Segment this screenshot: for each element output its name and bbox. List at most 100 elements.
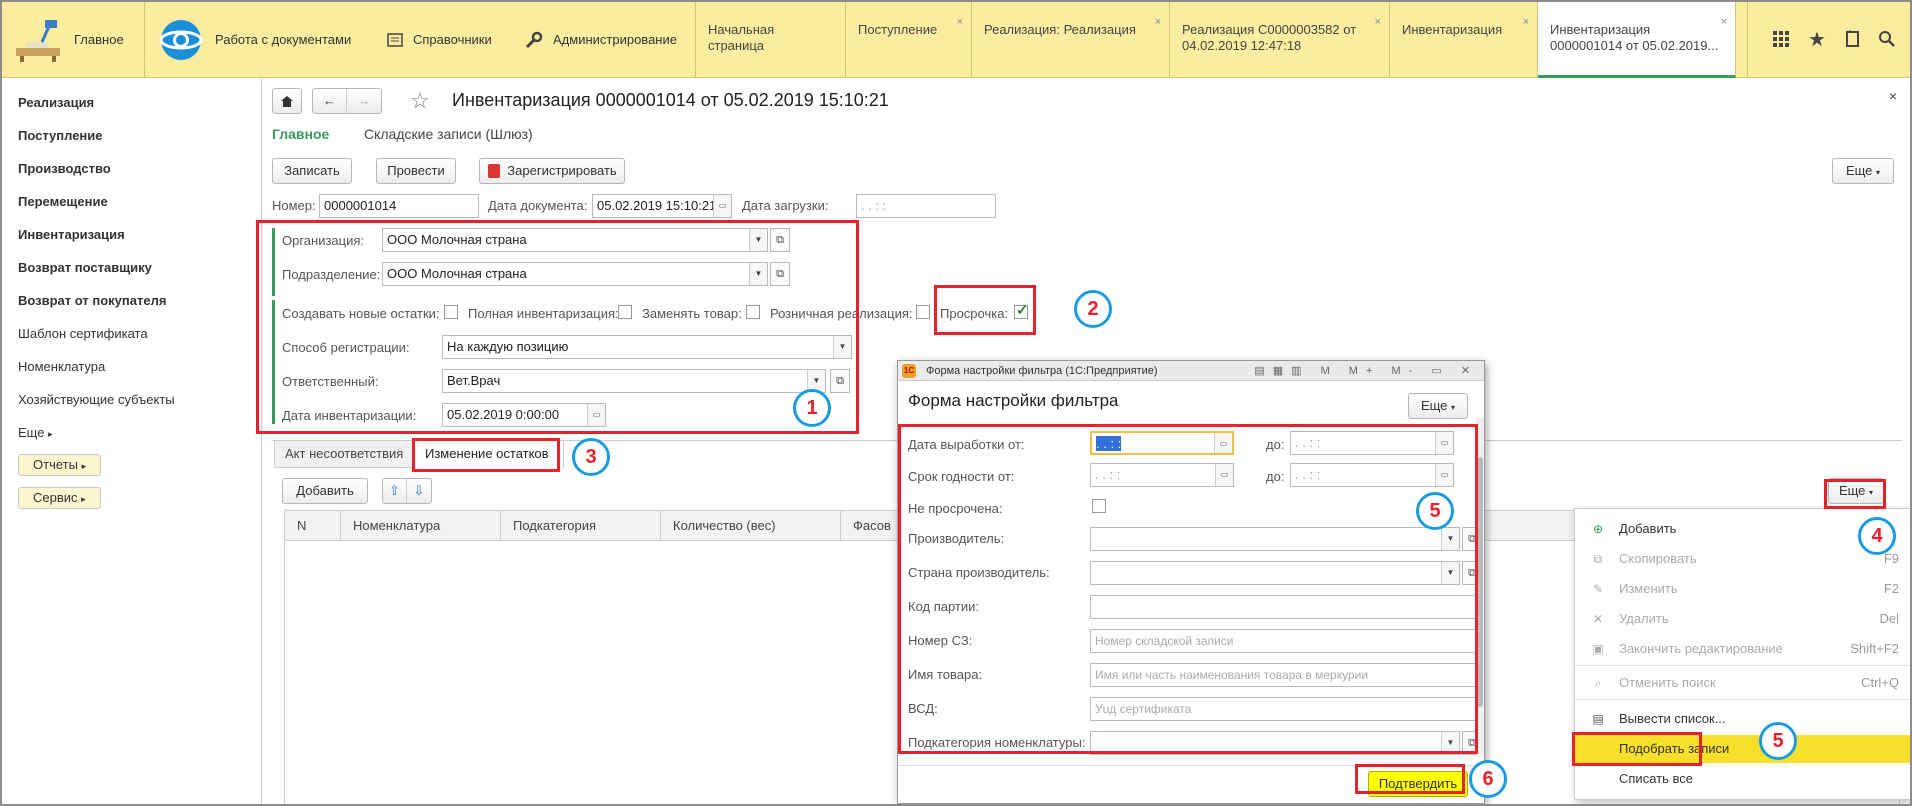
home-button[interactable] [272, 88, 302, 114]
copy-icon: ⧉ [1593, 552, 1603, 566]
dialog-heading: Форма настройки фильтра [908, 391, 1119, 410]
annotation-box-main-fields [256, 220, 859, 434]
more-button[interactable]: Еще ▾ [1832, 158, 1894, 184]
menu-item-write-off-all[interactable]: Списать все [1575, 765, 1910, 793]
tab-sales[interactable]: Реализация: Реализация × [972, 2, 1170, 77]
menu-item-edit[interactable]: ✎ Изменить F2 [1575, 575, 1910, 603]
finish-edit-icon: ▣ [1592, 642, 1604, 656]
tab-inventory-doc[interactable]: Инвентаризация 0000001014 от 05.02.2019.… [1538, 2, 1736, 78]
grid-menu-icon[interactable] [1766, 24, 1796, 54]
sidebar-item-more[interactable]: Еще ▸ [18, 425, 53, 440]
nav-records-link[interactable]: Складские записи (Шлюз) [364, 126, 533, 142]
cancel-search-icon: ⌕ [1594, 676, 1602, 690]
sidebar-item-sales[interactable]: Реализация [18, 95, 94, 110]
col-subcategory[interactable]: Подкатегория [501, 511, 661, 541]
arrow-down-icon[interactable]: ⇩ [407, 479, 431, 503]
marker-5b: 5 [1759, 722, 1797, 760]
menu-shortcut: Ctrl+Q [1861, 675, 1899, 690]
post-button[interactable]: Провести [376, 158, 456, 184]
close-icon[interactable]: × [1155, 14, 1161, 30]
col-nomenclature[interactable]: Номенклатура [341, 511, 501, 541]
register-button[interactable]: Зарегистрировать [479, 158, 625, 184]
chevron-down-icon: ▾ [1876, 168, 1881, 177]
reports-label: Отчеты [33, 457, 78, 472]
add-button[interactable]: Добавить [282, 478, 368, 504]
close-icon[interactable]: × [1523, 14, 1529, 30]
wrench-icon [525, 31, 543, 49]
menu-label: Закончить редактирование [1619, 641, 1783, 656]
docs-section[interactable]: Работа с документами [157, 2, 372, 77]
service-label: Сервис [33, 490, 78, 505]
divider [1747, 2, 1748, 77]
refs-section[interactable]: Справочники [387, 2, 507, 77]
star-icon[interactable]: ★ [1802, 24, 1832, 54]
reports-button[interactable]: Отчеты ▸ [18, 454, 102, 476]
close-icon[interactable]: × [1721, 14, 1727, 30]
service-button[interactable]: Сервис ▸ [18, 487, 101, 509]
tab-label: Начальная страница [708, 22, 775, 53]
menu-label: Скопировать [1619, 551, 1697, 566]
sidebar-item-production[interactable]: Производство [18, 161, 111, 176]
favorite-star-icon[interactable]: ☆ [410, 88, 430, 114]
page-title: Инвентаризация 0000001014 от 05.02.2019 … [452, 90, 889, 110]
menu-divider [1575, 699, 1910, 700]
marker-2: 2 [1074, 290, 1112, 328]
search-icon[interactable] [1872, 24, 1902, 54]
home-section[interactable]: Главное [12, 2, 142, 77]
menu-label: Удалить [1619, 611, 1669, 626]
admin-section[interactable]: Администрирование [525, 2, 695, 77]
calendar-icon[interactable]: ▭ [713, 195, 731, 217]
back-arrow-icon[interactable]: ← [313, 89, 347, 113]
book-icon [387, 32, 403, 47]
close-icon[interactable]: × [1375, 14, 1381, 30]
save-button[interactable]: Записать [272, 158, 352, 184]
caret-right-icon: ▸ [81, 461, 87, 471]
forward-arrow-icon[interactable]: → [347, 89, 381, 113]
close-icon[interactable]: × [957, 14, 963, 30]
sidebar-item-transfer[interactable]: Перемещение [18, 194, 108, 209]
number-field[interactable]: 0000001014 [319, 194, 479, 218]
tab-sales-doc[interactable]: Реализация С0000003582 от 04.02.2019 12:… [1170, 2, 1390, 77]
annotation-box-expired [934, 285, 1036, 335]
menu-item-delete[interactable]: ✕ Удалить Del [1575, 605, 1910, 633]
nav-main-link[interactable]: Главное [272, 126, 329, 142]
history-icon[interactable] [1838, 24, 1868, 54]
tab-receipt[interactable]: Поступление × [846, 2, 972, 77]
close-icon[interactable]: × [1889, 88, 1897, 104]
dialog-more-button[interactable]: Еще ▾ [1408, 393, 1468, 419]
col-quantity[interactable]: Количество (вес) [661, 511, 841, 541]
load-date-field[interactable]: . . : : [856, 194, 996, 218]
sidebar-item-cert-template[interactable]: Шаблон сертификата [18, 326, 148, 341]
arrow-up-icon[interactable]: ⇧ [383, 479, 407, 503]
menu-label: Добавить [1619, 521, 1677, 536]
chevron-down-icon: ▾ [1451, 403, 1456, 412]
register-label: Зарегистрировать [507, 163, 617, 178]
date-field[interactable]: 05.02.2019 15:10:21 ▭ [592, 194, 732, 218]
menu-shortcut: F2 [1883, 581, 1899, 596]
col-n[interactable]: N [285, 511, 341, 541]
menu-label: Вывести список... [1619, 711, 1726, 726]
tab-start-page[interactable]: Начальная страница [696, 2, 846, 77]
sidebar-item-nomenclature[interactable]: Номенклатура [18, 359, 105, 374]
sidebar-item-receipt[interactable]: Поступление [18, 128, 103, 143]
sidebar-item-return-customer[interactable]: Возврат от покупателя [18, 293, 166, 308]
sidebar-item-entities[interactable]: Хозяйствующие субъекты [18, 392, 175, 407]
tab-inventory[interactable]: Инвентаризация × [1390, 2, 1538, 77]
menu-item-copy[interactable]: ⧉ Скопировать F9 [1575, 545, 1910, 573]
app-window: Главное Работа с документами Справочники… [0, 0, 1912, 806]
sidebar-item-return-supplier[interactable]: Возврат поставщику [18, 260, 152, 275]
docs-label: Работа с документами [215, 32, 352, 47]
tab-label: Поступление [858, 22, 938, 37]
annotation-box-pick [1572, 732, 1702, 766]
delete-icon: ✕ [1592, 612, 1604, 626]
retail-checkbox[interactable] [916, 305, 930, 319]
tab-act[interactable]: Акт несоответствия [274, 440, 414, 468]
menu-item-finish-edit[interactable]: ▣ Закончить редактирование Shift+F2 [1575, 635, 1910, 663]
marker-1: 1 [793, 389, 831, 427]
menu-item-export[interactable]: ▤ Вывести список... [1575, 705, 1910, 733]
move-buttons: ⇧ ⇩ [382, 478, 432, 504]
menu-item-cancel-search[interactable]: ⌕ Отменить поиск Ctrl+Q [1575, 669, 1910, 697]
annotation-box-confirm [1355, 764, 1465, 794]
pencil-icon: ✎ [1592, 582, 1604, 596]
sidebar-item-inventory[interactable]: Инвентаризация [18, 227, 125, 242]
